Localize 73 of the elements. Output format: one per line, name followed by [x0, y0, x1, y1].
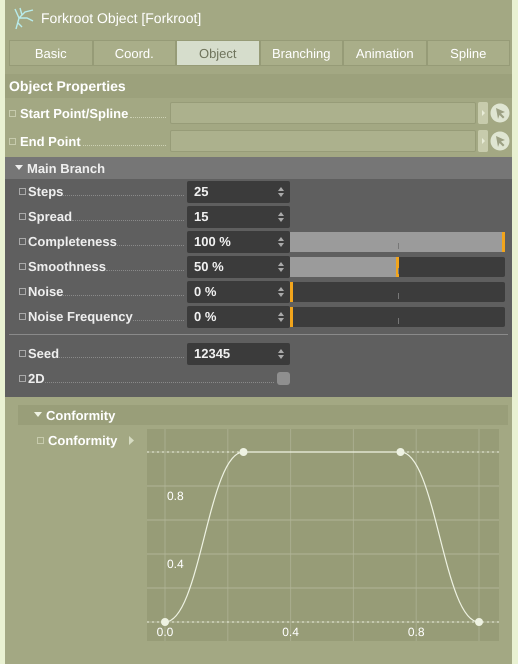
section-title: Conformity — [46, 408, 116, 422]
triangle-icon[interactable] — [129, 436, 134, 444]
slider[interactable] — [290, 256, 505, 276]
axis-tick-label: 0.8 — [408, 625, 425, 639]
spline-chart[interactable]: 0.4 0.8 0.0 0.4 0.8 — [147, 429, 499, 641]
number-field[interactable]: 0 % — [187, 280, 290, 302]
parameter-label: Noise Frequency — [28, 309, 133, 324]
slider[interactable] — [290, 282, 505, 302]
spline-point[interactable] — [475, 618, 483, 626]
square-icon[interactable] — [9, 110, 16, 116]
stepper-icon[interactable] — [278, 348, 284, 358]
parameter-label: Spread — [28, 209, 72, 224]
triangle-icon[interactable] — [34, 411, 42, 419]
section-title: Object Properties — [9, 78, 126, 94]
parameter-label: Steps — [28, 184, 64, 199]
parameter-label: Conformity — [48, 432, 118, 448]
section-header[interactable]: Conformity — [18, 405, 508, 425]
spline-point[interactable] — [396, 448, 404, 456]
square-icon[interactable] — [19, 350, 26, 357]
square-icon[interactable] — [9, 138, 16, 144]
square-icon[interactable] — [37, 436, 44, 444]
number-field[interactable]: 0 % — [187, 306, 290, 328]
triangle-icon[interactable] — [15, 164, 23, 172]
slider[interactable] — [290, 306, 505, 326]
tab[interactable]: Basic — [9, 40, 92, 66]
checkbox[interactable] — [277, 372, 290, 385]
axis-tick-label: 0.4 — [282, 625, 299, 639]
number-field[interactable]: 50 % — [187, 256, 290, 278]
slider[interactable] — [290, 232, 505, 252]
tab[interactable]: Branching — [260, 40, 343, 66]
spline-point[interactable] — [161, 618, 169, 626]
parameter-label: End Point — [20, 134, 81, 148]
parameter-label: Seed — [28, 346, 60, 361]
stepper-icon[interactable] — [278, 312, 284, 322]
axis-tick-label: 0.4 — [167, 557, 184, 571]
square-icon[interactable] — [19, 238, 26, 245]
branch-icon — [13, 6, 35, 30]
slider-thumb[interactable] — [290, 306, 293, 326]
tab[interactable]: Object — [176, 40, 260, 66]
stepper-icon[interactable] — [278, 212, 284, 222]
slider-thumb[interactable] — [396, 256, 399, 276]
square-icon[interactable] — [19, 375, 26, 382]
square-icon[interactable] — [19, 188, 26, 195]
square-icon[interactable] — [19, 263, 26, 270]
parameter-label: Smoothness — [28, 259, 106, 274]
slider-thumb[interactable] — [502, 232, 505, 252]
section-title: Main Branch — [27, 160, 106, 176]
slider-thumb[interactable] — [290, 282, 293, 302]
square-icon[interactable] — [19, 313, 26, 320]
parameter-label: Noise — [28, 284, 64, 299]
number-field[interactable]: 15 — [187, 206, 290, 228]
parameter-label: Start Point/Spline — [20, 106, 128, 120]
square-icon[interactable] — [19, 213, 26, 220]
axis-tick-label: 0.0 — [156, 625, 174, 639]
pointer-icon[interactable] — [490, 103, 510, 123]
stepper-icon[interactable] — [278, 186, 284, 196]
pointer-icon[interactable] — [490, 131, 510, 151]
parameter-label: Completeness — [28, 234, 117, 249]
window-title: Forkroot Object [Forkroot] — [41, 10, 202, 26]
number-field[interactable]: 25 — [187, 180, 290, 202]
number-field[interactable]: 100 % — [187, 230, 290, 252]
stepper-icon[interactable] — [278, 262, 284, 272]
square-icon[interactable] — [19, 288, 26, 295]
axis-tick-label: 0.8 — [167, 489, 184, 503]
number-field[interactable]: 12345 — [187, 342, 290, 364]
spline-point[interactable] — [240, 448, 248, 456]
tab[interactable]: Spline — [426, 40, 510, 66]
tab[interactable]: Coord. — [92, 40, 176, 66]
parameter-label: 2D — [28, 371, 45, 386]
stepper-icon[interactable] — [278, 236, 284, 246]
stepper-icon[interactable] — [278, 286, 284, 296]
section-header[interactable]: Main Branch — [5, 157, 512, 179]
tab[interactable]: Animation — [343, 40, 426, 66]
